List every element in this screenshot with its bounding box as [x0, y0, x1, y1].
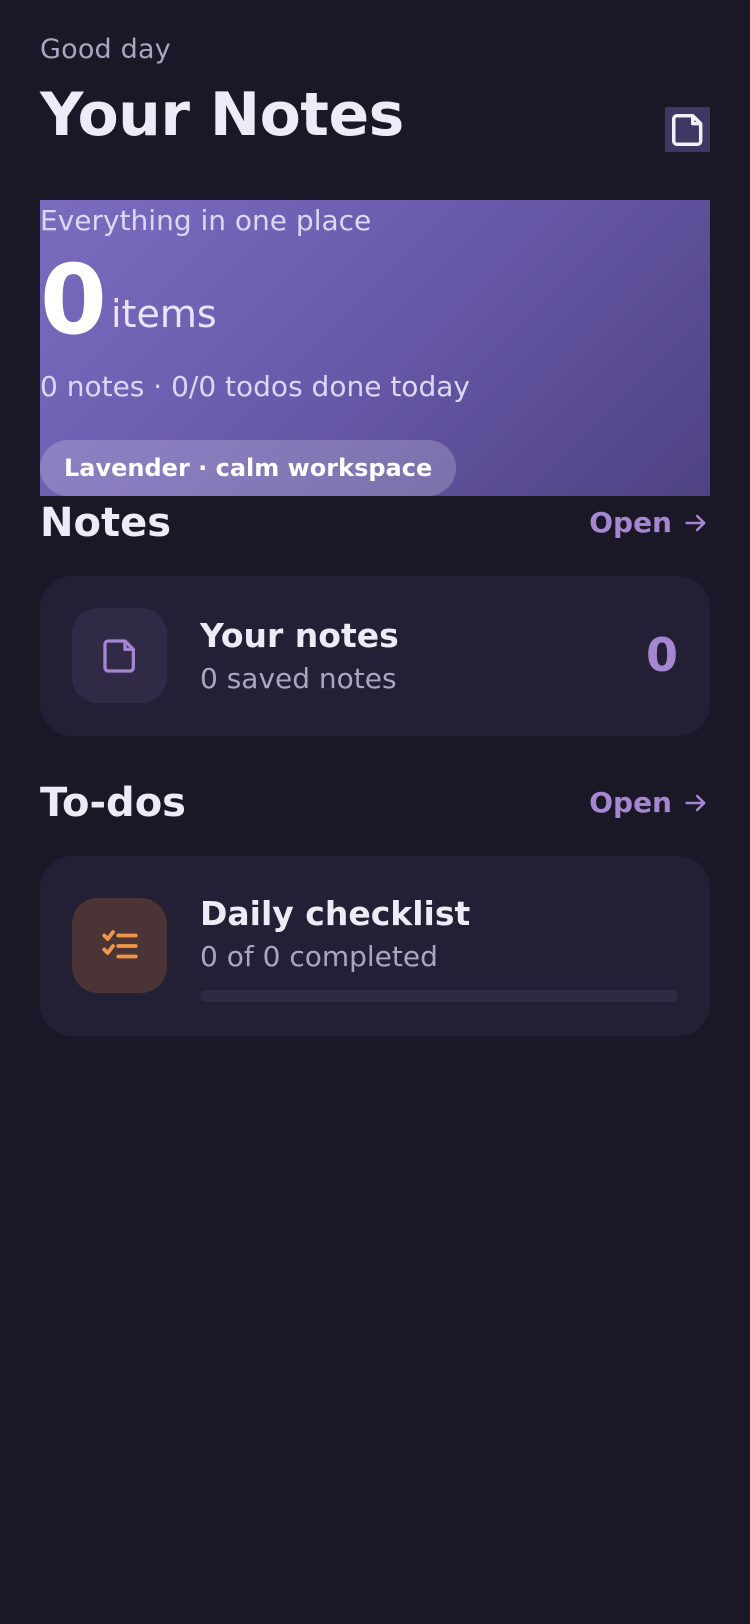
summary-stats: 0 notes · 0/0 todos done today	[40, 370, 470, 403]
todos-card-title: Daily checklist	[200, 894, 471, 933]
open-label: Open	[589, 506, 672, 539]
arrow-right-icon	[685, 514, 706, 531]
items-unit: items	[111, 292, 217, 336]
page-title: Your Notes	[40, 80, 404, 150]
todos-section-title: To-dos	[40, 780, 186, 826]
notes-open-link[interactable]: Open	[589, 506, 710, 539]
home-screen: Good day Your Notes Everything in one pl…	[0, 0, 750, 1624]
notes-section-title: Notes	[40, 500, 172, 546]
note-icon	[102, 638, 135, 673]
notes-card-subtitle: 0 saved notes	[200, 662, 397, 695]
checklist-icon	[101, 929, 138, 958]
notes-card-title: Your notes	[200, 616, 399, 655]
todos-open-link[interactable]: Open	[589, 786, 710, 819]
new-note-button[interactable]	[665, 107, 710, 152]
note-icon	[671, 113, 702, 146]
notes-count: 0	[645, 628, 678, 682]
todos-card-subtitle: 0 of 0 completed	[200, 940, 438, 973]
items-count: 0	[40, 244, 107, 356]
notes-icon-tile	[72, 608, 167, 703]
open-label: Open	[589, 786, 672, 819]
todos-progress-bar	[200, 990, 678, 1002]
theme-badge[interactable]: Lavender · calm workspace	[40, 440, 457, 496]
summary-subtitle: Everything in one place	[40, 204, 372, 237]
notes-card[interactable]: Your notes 0 saved notes 0	[40, 576, 710, 736]
greeting: Good day	[40, 34, 171, 65]
todos-card[interactable]: Daily checklist 0 of 0 completed	[40, 856, 710, 1036]
arrow-right-icon	[685, 794, 706, 811]
todos-icon-tile	[72, 898, 167, 993]
summary-card: Everything in one place 0 items 0 notes …	[40, 200, 710, 496]
